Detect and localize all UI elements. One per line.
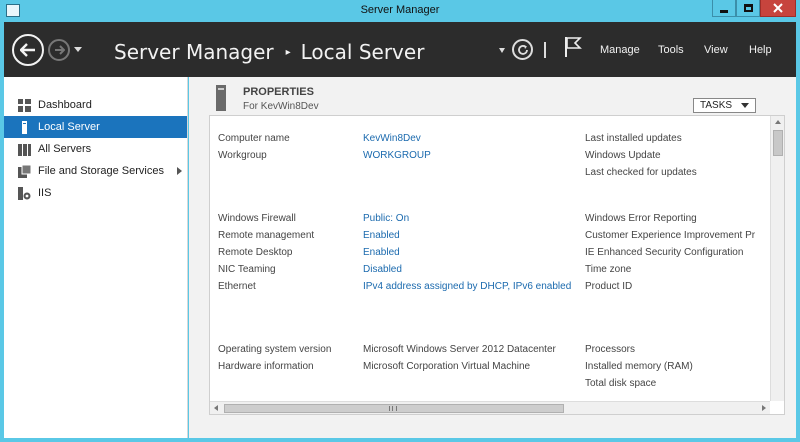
- sidebar-item-label: Local Server: [38, 121, 100, 133]
- breadcrumb-current: Local Server: [300, 40, 425, 64]
- arrow-left-icon: [20, 43, 35, 57]
- close-icon: [773, 3, 783, 13]
- server-icon: [216, 85, 226, 111]
- property-label: Customer Experience Improvement Pr: [585, 230, 756, 241]
- properties-panel: Computer name Workgroup Windows Firewall…: [209, 115, 785, 415]
- sidebar-item-label: File and Storage Services: [38, 165, 164, 177]
- os-version-value: Microsoft Windows Server 2012 Datacenter: [363, 344, 556, 355]
- sidebar: Dashboard Local Server All Servers File …: [4, 77, 188, 438]
- property-label: NIC Teaming: [218, 264, 276, 275]
- grip-icon: [389, 406, 397, 411]
- chevron-down-icon: [741, 103, 749, 108]
- breadcrumb-separator-icon: ▸: [285, 46, 291, 58]
- iis-icon: [18, 186, 31, 200]
- history-dropdown-icon[interactable]: [74, 47, 82, 52]
- property-values-column: KevWin8Dev WORKGROUP Public: On Enabled …: [363, 130, 571, 375]
- property-label: Remote management: [218, 230, 315, 241]
- property-label: Total disk space: [585, 378, 657, 389]
- forward-button[interactable]: [48, 39, 70, 61]
- servers-icon: [18, 143, 31, 156]
- scroll-right-icon[interactable]: [762, 405, 766, 411]
- hardware-info-value: Microsoft Corporation Virtual Machine: [363, 361, 531, 372]
- window-title: Server Manager: [360, 4, 440, 16]
- property-label: Windows Firewall: [218, 213, 296, 224]
- sidebar-item-label: IIS: [38, 187, 52, 199]
- menu-manage[interactable]: Manage: [600, 44, 640, 56]
- tasks-label: TASKS: [700, 100, 733, 111]
- sidebar-item-file-storage[interactable]: File and Storage Services: [4, 160, 187, 182]
- vertical-scrollbar[interactable]: [770, 116, 784, 401]
- properties-title: PROPERTIES: [243, 86, 314, 98]
- minimize-icon: [720, 9, 728, 13]
- ethernet-link[interactable]: IPv4 address assigned by DHCP, IPv6 enab…: [363, 278, 571, 295]
- horizontal-scrollbar[interactable]: [210, 401, 770, 414]
- property-label: Windows Update: [585, 150, 661, 161]
- header-divider: [544, 42, 546, 58]
- storage-icon: [18, 164, 31, 178]
- sidebar-item-label: All Servers: [38, 143, 92, 155]
- property-label: Last checked for updates: [585, 167, 697, 178]
- minimize-button[interactable]: [712, 0, 736, 17]
- property-label: Remote Desktop: [218, 247, 293, 258]
- computer-name-link[interactable]: KevWin8Dev: [363, 130, 571, 147]
- property-label: Processors: [585, 344, 636, 355]
- back-button[interactable]: [12, 34, 44, 66]
- properties-subtitle: For KevWin8Dev: [243, 101, 319, 112]
- property-label: IE Enhanced Security Configuration: [585, 247, 744, 258]
- sidebar-item-local-server[interactable]: Local Server: [4, 116, 187, 138]
- property-label: Hardware information: [218, 361, 314, 372]
- close-button[interactable]: [760, 0, 796, 17]
- windows-firewall-link[interactable]: Public: On: [363, 210, 571, 227]
- chevron-right-icon[interactable]: [177, 167, 182, 175]
- property-label: Last installed updates: [585, 133, 682, 144]
- main-content: PROPERTIES For KevWin8Dev TASKS Computer…: [189, 77, 796, 438]
- property-right-column: Last installed updates Windows Update La…: [585, 130, 755, 392]
- refresh-icon: [517, 44, 528, 55]
- nic-teaming-link[interactable]: Disabled: [363, 261, 571, 278]
- scroll-left-icon[interactable]: [214, 405, 218, 411]
- horizontal-scroll-thumb[interactable]: [224, 404, 564, 413]
- refresh-dropdown-icon[interactable]: [499, 48, 505, 53]
- property-label: Windows Error Reporting: [585, 213, 697, 224]
- refresh-button[interactable]: [512, 39, 533, 60]
- workgroup-link[interactable]: WORKGROUP: [363, 147, 571, 164]
- maximize-button[interactable]: [736, 0, 760, 17]
- app-header: Server Manager ▸ Local Server Manage Too…: [4, 22, 796, 77]
- maximize-icon: [743, 4, 753, 12]
- dashboard-icon: [18, 98, 31, 112]
- property-label: Time zone: [585, 264, 632, 275]
- menu-tools[interactable]: Tools: [658, 44, 684, 56]
- property-label: Workgroup: [218, 150, 267, 161]
- remote-management-link[interactable]: Enabled: [363, 227, 571, 244]
- remote-desktop-link[interactable]: Enabled: [363, 244, 571, 261]
- property-label: Ethernet: [218, 281, 256, 292]
- properties-grid: Computer name Workgroup Windows Firewall…: [210, 116, 770, 401]
- sidebar-item-dashboard[interactable]: Dashboard: [4, 94, 187, 116]
- sidebar-item-iis[interactable]: IIS: [4, 182, 187, 204]
- server-icon: [22, 120, 27, 134]
- property-label: Product ID: [585, 281, 633, 292]
- sidebar-item-label: Dashboard: [38, 99, 92, 111]
- tasks-dropdown-button[interactable]: TASKS: [693, 98, 756, 113]
- property-label: Operating system version: [218, 344, 332, 355]
- property-label: Computer name: [218, 133, 290, 144]
- property-labels-column: Computer name Workgroup Windows Firewall…: [218, 130, 331, 375]
- menu-help[interactable]: Help: [749, 44, 772, 56]
- notifications-flag-icon[interactable]: [564, 36, 582, 58]
- vertical-scroll-thumb[interactable]: [773, 130, 783, 156]
- menu-view[interactable]: View: [704, 44, 728, 56]
- breadcrumb: Server Manager ▸ Local Server: [114, 40, 424, 64]
- breadcrumb-root[interactable]: Server Manager: [114, 40, 274, 64]
- scroll-up-icon[interactable]: [775, 120, 781, 124]
- arrow-right-icon: [54, 45, 65, 55]
- title-bar: Server Manager: [0, 0, 800, 22]
- sidebar-item-all-servers[interactable]: All Servers: [4, 138, 187, 160]
- property-label: Installed memory (RAM): [585, 361, 693, 372]
